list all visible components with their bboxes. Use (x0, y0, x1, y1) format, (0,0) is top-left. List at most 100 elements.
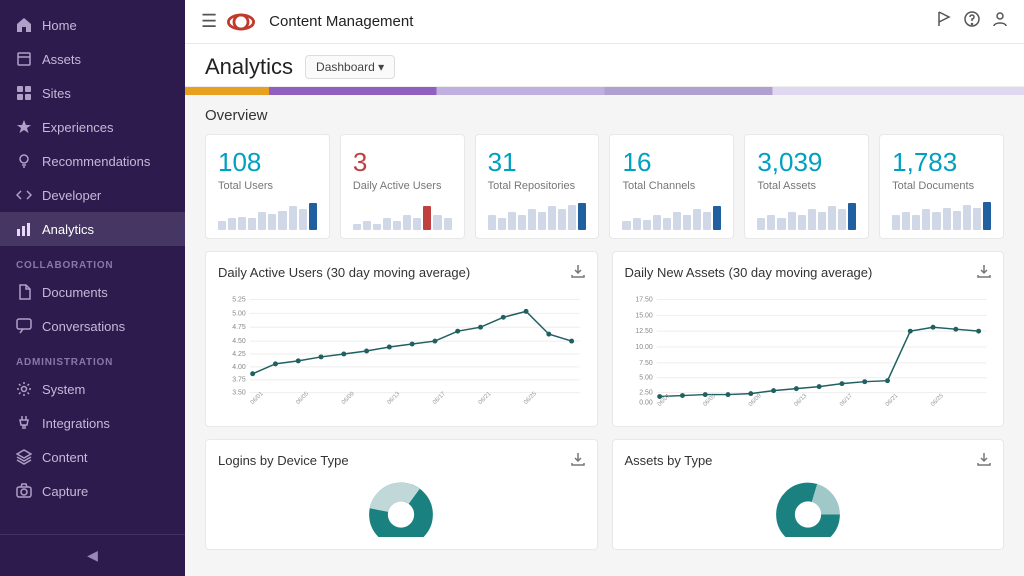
bar (528, 209, 536, 230)
sidebar-item-documents[interactable]: Documents (0, 275, 185, 309)
bar (653, 215, 661, 230)
sidebar-item-content[interactable]: Content (0, 440, 185, 474)
svg-text:06/13: 06/13 (793, 393, 808, 408)
svg-text:5.25: 5.25 (232, 296, 246, 303)
stat-card-total-users: 108 Total Users (205, 134, 330, 239)
bar (932, 212, 940, 230)
bar-accent (848, 203, 856, 230)
svg-text:15.00: 15.00 (635, 312, 652, 319)
charts-row: Daily Active Users (30 day moving averag… (185, 251, 1024, 439)
sidebar-item-label: Recommendations (42, 154, 150, 169)
menu-icon[interactable]: ☰ (201, 11, 217, 32)
user-icon[interactable] (992, 11, 1008, 32)
stat-bars-daily-active-users (353, 200, 452, 230)
chevron-left-icon: ◀ (87, 547, 98, 564)
sidebar-item-label: Documents (42, 285, 108, 300)
admin-section-label: ADMINISTRATION (0, 343, 185, 372)
bar (838, 209, 846, 230)
help-icon[interactable] (964, 11, 980, 32)
chart-svg-dna: 17.50 15.00 12.50 10.00 7.50 5.00 2.50 0… (625, 289, 992, 414)
bar (963, 205, 971, 231)
stat-bars-total-repos (488, 200, 587, 230)
collab-section-label: COLLABORATION (0, 246, 185, 275)
stat-card-total-assets: 3,039 Total Assets (744, 134, 869, 239)
sidebar-item-home[interactable]: Home (0, 8, 185, 42)
svg-text:06/17: 06/17 (432, 391, 447, 406)
svg-text:2.50: 2.50 (639, 390, 653, 397)
bar (403, 215, 411, 230)
bar-accent (309, 203, 317, 230)
content-area: Analytics Dashboard ▾ Overview 108 Total… (185, 44, 1024, 576)
overview-section: Overview 108 Total Users (185, 95, 1024, 251)
sidebar-item-label: Home (42, 18, 77, 33)
sidebar-item-label: Analytics (42, 222, 94, 237)
bar (622, 221, 630, 230)
bar (767, 215, 775, 230)
bar (693, 209, 701, 230)
download-dna-icon[interactable] (977, 264, 991, 281)
bar (922, 209, 930, 230)
svg-text:5.00: 5.00 (639, 375, 653, 382)
bar-accent (713, 206, 721, 230)
stat-label-daily-active-users: Daily Active Users (353, 180, 452, 192)
sidebar-item-label: Content (42, 450, 88, 465)
svg-text:06/21: 06/21 (884, 393, 899, 408)
download-assets-type-icon[interactable] (977, 452, 991, 469)
download-dau-icon[interactable] (571, 264, 585, 281)
svg-text:7.50: 7.50 (639, 360, 653, 367)
sidebar-item-experiences[interactable]: Experiences (0, 110, 185, 144)
svg-text:3.75: 3.75 (232, 377, 246, 384)
bar (353, 224, 361, 230)
download-logins-icon[interactable] (571, 452, 585, 469)
svg-text:4.00: 4.00 (232, 364, 246, 371)
sidebar-item-sites[interactable]: Sites (0, 76, 185, 110)
bar (268, 214, 276, 231)
topbar: ☰ Content Management (185, 0, 1024, 44)
bar (518, 215, 526, 230)
sidebar-item-label: Assets (42, 52, 81, 67)
sidebar-item-developer[interactable]: Developer (0, 178, 185, 212)
bar (808, 209, 816, 230)
dashboard-dropdown-button[interactable]: Dashboard ▾ (305, 55, 395, 79)
sidebar-collapse-button[interactable]: ◀ (79, 543, 106, 568)
overview-title: Overview (205, 107, 1004, 124)
plug-icon (16, 415, 32, 431)
bar (258, 212, 266, 230)
sidebar-item-label: Sites (42, 86, 71, 101)
bar (363, 221, 371, 230)
camera-icon (16, 483, 32, 499)
box-icon (16, 51, 32, 67)
bar (568, 205, 576, 231)
bar (289, 206, 297, 230)
bar (248, 218, 256, 230)
sidebar-item-integrations[interactable]: Integrations (0, 406, 185, 440)
chart-title-dau: Daily Active Users (30 day moving averag… (218, 265, 470, 280)
bar (777, 218, 785, 230)
sidebar-item-capture[interactable]: Capture (0, 474, 185, 508)
sidebar-item-analytics[interactable]: Analytics (0, 212, 185, 246)
bar (633, 218, 641, 230)
sidebar-item-label: Developer (42, 188, 101, 203)
chart-daily-new-assets: Daily New Assets (30 day moving average)… (612, 251, 1005, 427)
sidebar-item-conversations[interactable]: Conversations (0, 309, 185, 343)
bar (902, 212, 910, 230)
sidebar: Home Assets Sites Experiences Recommenda… (0, 0, 185, 576)
donut-assets-type (625, 477, 992, 537)
bar (943, 208, 951, 231)
flag-icon[interactable] (936, 11, 952, 32)
svg-text:12.50: 12.50 (635, 328, 652, 335)
bar (892, 215, 900, 230)
stat-value-total-assets: 3,039 (757, 147, 856, 178)
sidebar-item-label: Experiences (42, 120, 114, 135)
svg-text:4.25: 4.25 (232, 351, 246, 358)
sidebar-item-label: System (42, 382, 85, 397)
stat-value-total-channels: 16 (622, 147, 721, 178)
bar (548, 206, 556, 230)
bar (373, 224, 381, 230)
sidebar-item-system[interactable]: System (0, 372, 185, 406)
bar (643, 220, 651, 231)
sidebar-item-recommendations[interactable]: Recommendations (0, 144, 185, 178)
donut-logins (218, 477, 585, 537)
sidebar-item-assets[interactable]: Assets (0, 42, 185, 76)
bar (299, 209, 307, 230)
